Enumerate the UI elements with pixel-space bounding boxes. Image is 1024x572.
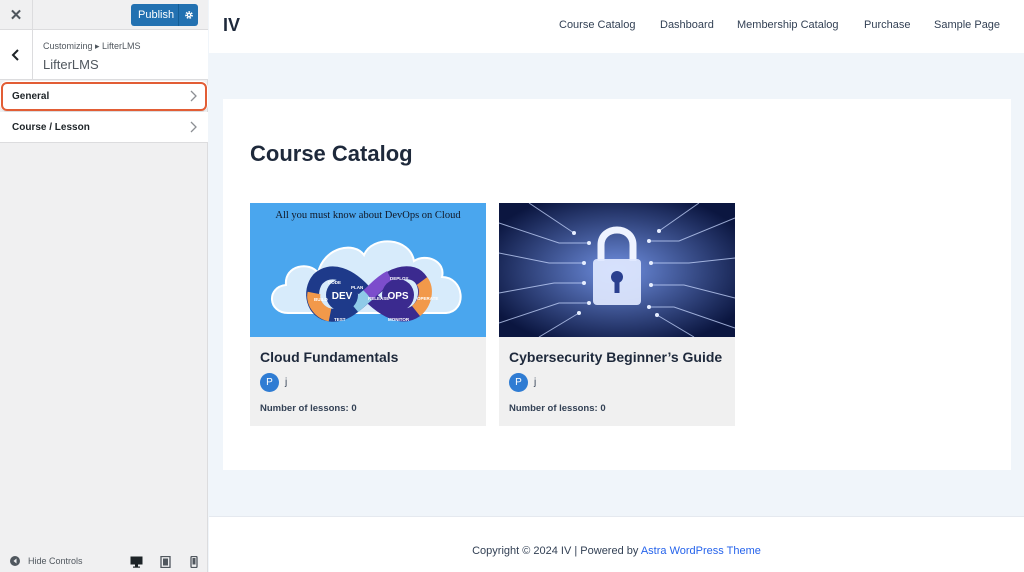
panel-item-course-lesson[interactable]: Course / Lesson — [0, 112, 208, 143]
devops-step-label: BUILD — [314, 297, 328, 302]
course-title[interactable]: Cloud Fundamentals — [260, 349, 398, 365]
devops-image-ops: OPS — [387, 291, 408, 302]
customizer-header: ✕ Publish — [0, 0, 208, 30]
panel-item-label: Course / Lesson — [12, 121, 90, 133]
devops-image-dev: DEV — [332, 291, 353, 302]
nav-sample-page[interactable]: Sample Page — [934, 19, 1000, 31]
section-title-bar: Customizing ▸ LifterLMS LifterLMS — [0, 30, 208, 80]
hide-controls-button[interactable]: Hide Controls — [10, 556, 83, 566]
course-author: P j — [509, 373, 536, 392]
chevron-right-icon — [190, 90, 197, 102]
preview-tablet-button[interactable] — [158, 556, 172, 568]
copyright-text: Copyright © 2024 IV | Powered by Astra W… — [209, 545, 1024, 557]
devops-step-label: PLAN — [351, 285, 363, 290]
preview-desktop-button[interactable] — [129, 556, 143, 568]
lesson-count: Number of lessons: 0 — [509, 403, 606, 414]
chevron-left-icon — [11, 49, 19, 61]
page-title: Course Catalog — [250, 141, 413, 166]
devops-image-caption: All you must know about DevOps on Cloud — [275, 210, 461, 221]
avatar: P — [509, 373, 528, 392]
site-header: IV Course Catalog Dashboard Membership C… — [209, 0, 1024, 53]
devops-step-label: MONITOR — [388, 317, 410, 322]
course-author: P j — [260, 373, 287, 392]
customizer-footer: Hide Controls — [0, 552, 208, 572]
author-name: j — [285, 377, 288, 388]
nav-membership-catalog[interactable]: Membership Catalog — [737, 19, 839, 31]
back-button[interactable] — [0, 30, 33, 80]
customizer-sidebar: ✕ Publish Customizing ▸ LifterLMS Lifter… — [0, 0, 208, 572]
panel-item-label: General — [12, 90, 50, 102]
publish-settings-button[interactable] — [179, 10, 198, 20]
lesson-count: Number of lessons: 0 — [260, 403, 357, 414]
course-card-cybersecurity[interactable]: Cybersecurity Beginner’s Guide P j Numbe… — [499, 203, 735, 426]
cybersecurity-course-image[interactable] — [499, 203, 735, 337]
nav-purchase[interactable]: Purchase — [864, 19, 910, 31]
close-icon: ✕ — [9, 7, 23, 24]
nav-course-catalog[interactable]: Course Catalog — [559, 19, 635, 31]
close-customizer-button[interactable]: ✕ — [0, 0, 33, 30]
course-title[interactable]: Cybersecurity Beginner’s Guide — [509, 349, 722, 365]
author-name: j — [534, 377, 537, 388]
tablet-icon — [159, 556, 171, 568]
panel-item-general[interactable]: General — [0, 81, 208, 112]
avatar: P — [260, 373, 279, 392]
nav-dashboard[interactable]: Dashboard — [660, 19, 714, 31]
publish-button[interactable]: Publish — [131, 4, 198, 26]
chevron-right-icon — [190, 121, 197, 133]
devops-step-label: OPERATE — [417, 296, 438, 301]
devops-step-label: RELEASE — [368, 296, 389, 301]
devops-course-image[interactable]: All you must know about DevOps on Cloud … — [250, 203, 486, 337]
customizer-breadcrumb: Customizing ▸ LifterLMS — [43, 41, 141, 51]
theme-link[interactable]: Astra WordPress Theme — [641, 545, 761, 557]
collapse-icon — [10, 556, 20, 566]
main-content: Course Catalog All you must know about D… — [223, 99, 1011, 470]
course-card-cloud-fundamentals[interactable]: All you must know about DevOps on Cloud … — [250, 203, 486, 426]
hide-controls-label: Hide Controls — [28, 556, 83, 566]
site-title[interactable]: IV — [223, 15, 240, 36]
section-title: LifterLMS — [43, 57, 99, 72]
mobile-icon — [190, 556, 198, 568]
devops-step-label: TEST — [334, 317, 346, 322]
site-footer: Copyright © 2024 IV | Powered by Astra W… — [209, 516, 1024, 572]
devops-step-label: CODE — [328, 280, 341, 285]
devops-step-label: DEPLOY — [390, 276, 409, 281]
preview-mobile-button[interactable] — [187, 556, 201, 568]
publish-label: Publish — [138, 9, 175, 21]
gear-icon — [184, 11, 193, 19]
desktop-icon — [130, 556, 142, 568]
copyright-label: Copyright © 2024 IV | Powered by — [472, 545, 641, 557]
